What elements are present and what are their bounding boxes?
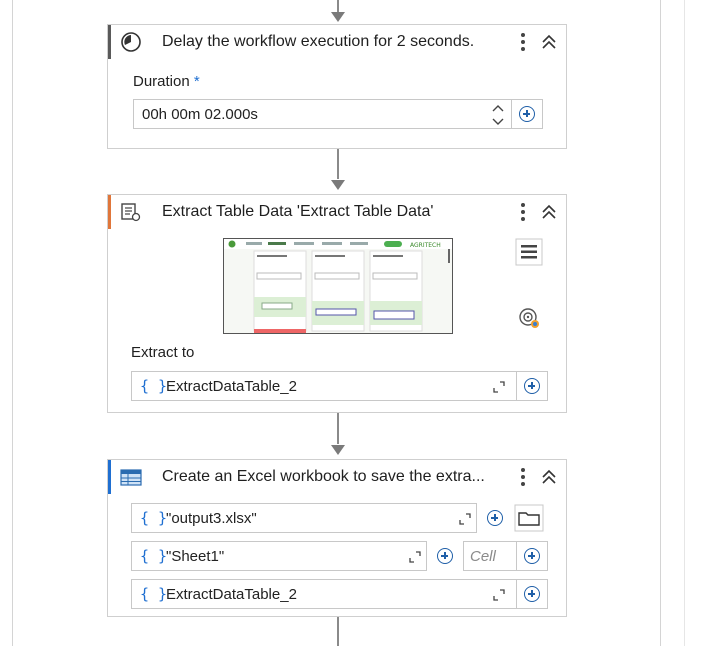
target-screenshot-thumbnail[interactable]: AGRITECH <box>223 238 453 334</box>
excel-workbook-icon <box>120 469 142 486</box>
extract-card-accent <box>108 195 111 229</box>
excel-activity-card[interactable]: Create an Excel workbook to save the ext… <box>107 459 567 617</box>
cell-add-button[interactable] <box>516 541 548 571</box>
extract-activity-card[interactable]: Extract Table Data 'Extract Table Data' … <box>107 194 567 413</box>
cell-field[interactable]: Cell <box>463 541 517 571</box>
delay-activity-card[interactable]: Delay the workflow execution for 2 secon… <box>107 24 567 149</box>
clock-icon <box>121 32 141 52</box>
connector-line <box>337 413 339 444</box>
more-options-icon[interactable] <box>518 466 528 488</box>
variable-brace-icon: { } <box>140 585 168 603</box>
duration-field[interactable]: 00h 00m 02.000s <box>133 99 543 129</box>
sheet-name-field[interactable]: { } "Sheet1" <box>131 541 427 571</box>
extract-to-field[interactable]: { } ExtractDataTable_2 <box>131 371 548 401</box>
panel-border <box>684 0 685 646</box>
extract-card-header[interactable]: Extract Table Data 'Extract Table Data' <box>108 195 566 229</box>
data-table-value: ExtractDataTable_2 <box>166 586 297 603</box>
connector-line <box>337 617 339 646</box>
file-path-value: "output3.xlsx" <box>166 510 257 527</box>
connector-line <box>337 149 339 179</box>
variable-brace-icon: { } <box>140 509 168 527</box>
more-options-icon[interactable] <box>518 201 528 223</box>
extract-to-label: Extract to <box>131 344 195 361</box>
excel-card-title: Create an Excel workbook to save the ext… <box>162 468 485 485</box>
variable-brace-icon: { } <box>140 547 168 565</box>
table-extract-icon <box>121 203 141 222</box>
connector-arrow <box>331 180 345 190</box>
extract-card-title: Extract Table Data 'Extract Table Data' <box>162 203 434 220</box>
collapse-icon[interactable] <box>540 33 558 51</box>
connector-line <box>337 0 339 12</box>
canvas-right-border <box>660 0 661 646</box>
more-options-icon[interactable] <box>518 31 528 53</box>
expand-icon[interactable] <box>492 588 506 602</box>
connector-arrow <box>331 445 345 455</box>
delay-card-title: Delay the workflow execution for 2 secon… <box>162 33 475 50</box>
spinner-icon[interactable] <box>491 103 505 127</box>
connector-arrow <box>331 12 345 22</box>
sheet-name-value: "Sheet1" <box>166 548 225 565</box>
delay-card-header[interactable]: Delay the workflow execution for 2 secon… <box>108 25 566 59</box>
required-marker: * <box>193 73 200 90</box>
thumbnail-logo-text: AGRITECH <box>410 242 441 249</box>
data-table-field[interactable]: { } ExtractDataTable_2 <box>131 579 548 609</box>
extract-to-add-button[interactable] <box>516 371 548 401</box>
plus-icon <box>519 106 535 122</box>
expand-icon[interactable] <box>458 512 472 526</box>
cell-placeholder: Cell <box>470 548 496 565</box>
plus-icon <box>487 510 503 526</box>
excel-card-header[interactable]: Create an Excel workbook to save the ext… <box>108 460 566 494</box>
thumbnail-image: AGRITECH <box>224 239 452 333</box>
menu-icon[interactable] <box>515 238 543 266</box>
duration-label: Duration * <box>133 73 200 90</box>
excel-card-accent <box>108 460 111 494</box>
plus-icon <box>524 378 540 394</box>
variable-brace-icon: { } <box>140 377 168 395</box>
duration-value: 00h 00m 02.000s <box>142 106 258 123</box>
canvas-left-border <box>12 0 13 646</box>
sheet-name-add-button[interactable] <box>430 541 460 571</box>
collapse-icon[interactable] <box>540 468 558 486</box>
data-table-add-button[interactable] <box>516 579 548 609</box>
target-indicate-icon[interactable] <box>518 307 542 331</box>
delay-card-accent <box>108 25 111 59</box>
file-path-field[interactable]: { } "output3.xlsx" <box>131 503 477 533</box>
plus-icon <box>524 548 540 564</box>
extract-to-value: ExtractDataTable_2 <box>166 378 297 395</box>
folder-icon[interactable] <box>514 504 544 532</box>
plus-icon <box>524 586 540 602</box>
file-path-add-button[interactable] <box>480 503 510 533</box>
expand-icon[interactable] <box>492 380 506 394</box>
plus-icon <box>437 548 453 564</box>
collapse-icon[interactable] <box>540 203 558 221</box>
expand-icon[interactable] <box>408 550 422 564</box>
duration-add-button[interactable] <box>511 99 543 129</box>
